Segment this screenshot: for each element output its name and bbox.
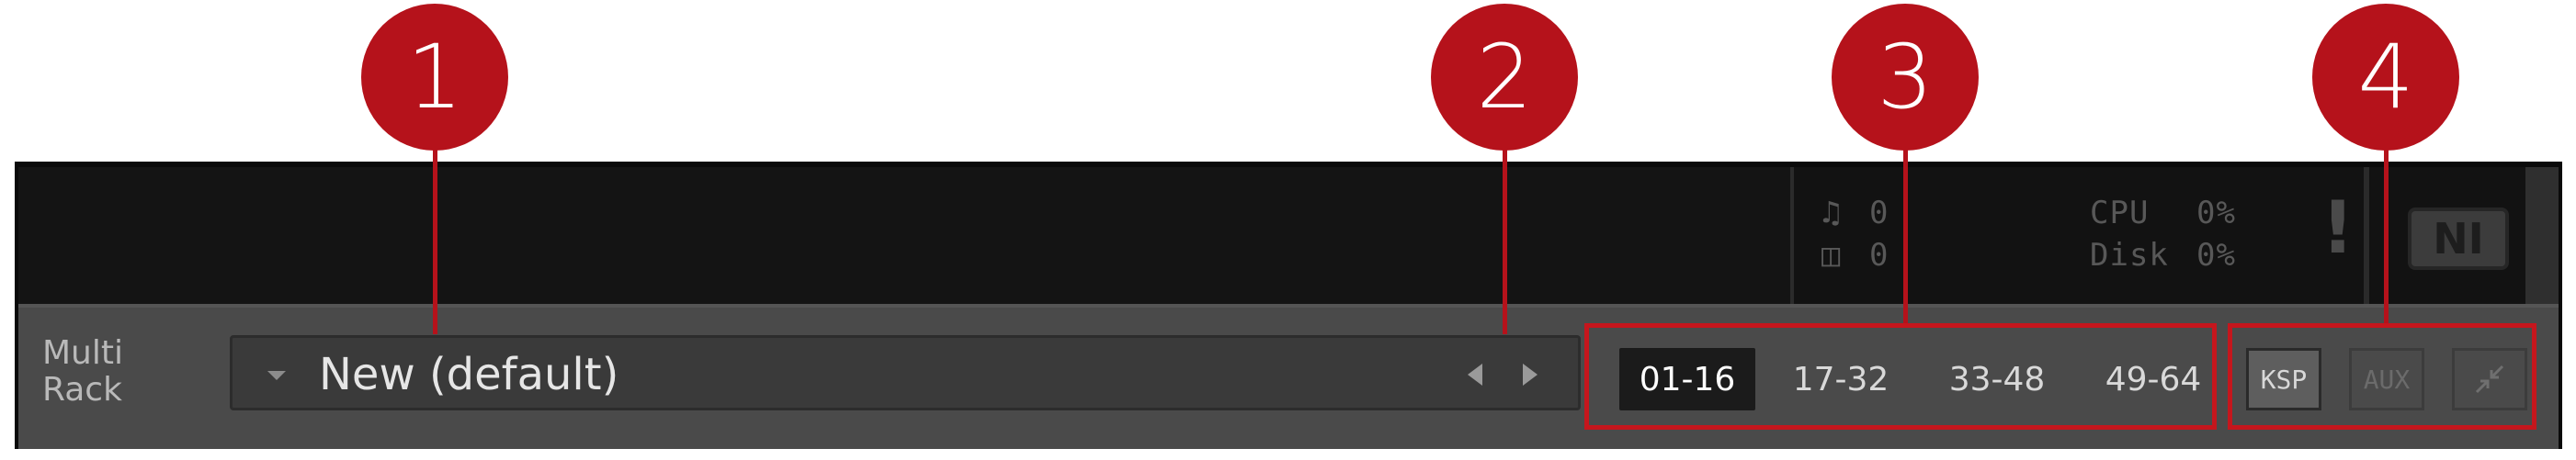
leader-line-1: [433, 147, 437, 334]
cpu-value: 0%: [2196, 195, 2236, 231]
top-area: ♫ 0 ◫ 0 CPU 0% Disk 0% ! NI: [18, 167, 2559, 304]
leader-line-3: [1903, 147, 1908, 323]
leader-line-2: [1503, 147, 1507, 334]
multi-rack-label-line2: Rack: [42, 371, 122, 409]
callout-2: 2: [1431, 4, 1578, 151]
info-display: [18, 167, 1790, 304]
memory-value: 0: [1869, 237, 1889, 274]
callout-1: 1: [361, 4, 508, 151]
disk-value: 0%: [2196, 237, 2236, 274]
leader-line-4: [2384, 147, 2389, 323]
preset-dropdown-icon[interactable]: [267, 371, 286, 380]
bank-tabs-highlight: [1584, 323, 2217, 430]
multi-rack-label-line1: Multi: [42, 334, 123, 372]
next-preset-icon[interactable]: [1523, 364, 1538, 386]
disk-label: Disk: [2090, 237, 2169, 274]
warning-icon[interactable]: !: [2321, 187, 2355, 270]
panel-divider: [2364, 167, 2369, 304]
previous-preset-icon[interactable]: [1468, 364, 1482, 386]
voices-count: 0: [1869, 195, 1889, 231]
callout-3: 3: [1832, 4, 1979, 151]
memory-icon: ◫: [1821, 237, 1842, 274]
ni-logo: NI: [2408, 208, 2509, 270]
callout-4: 4: [2312, 4, 2459, 151]
tool-buttons-highlight: [2228, 323, 2536, 430]
preset-name[interactable]: New (default): [319, 349, 618, 400]
note-icon: ♫: [1821, 195, 1842, 231]
multi-preset-field[interactable]: New (default): [230, 335, 1581, 410]
cpu-label: CPU: [2090, 195, 2150, 231]
multi-rack-label: Multi Rack: [42, 335, 123, 409]
